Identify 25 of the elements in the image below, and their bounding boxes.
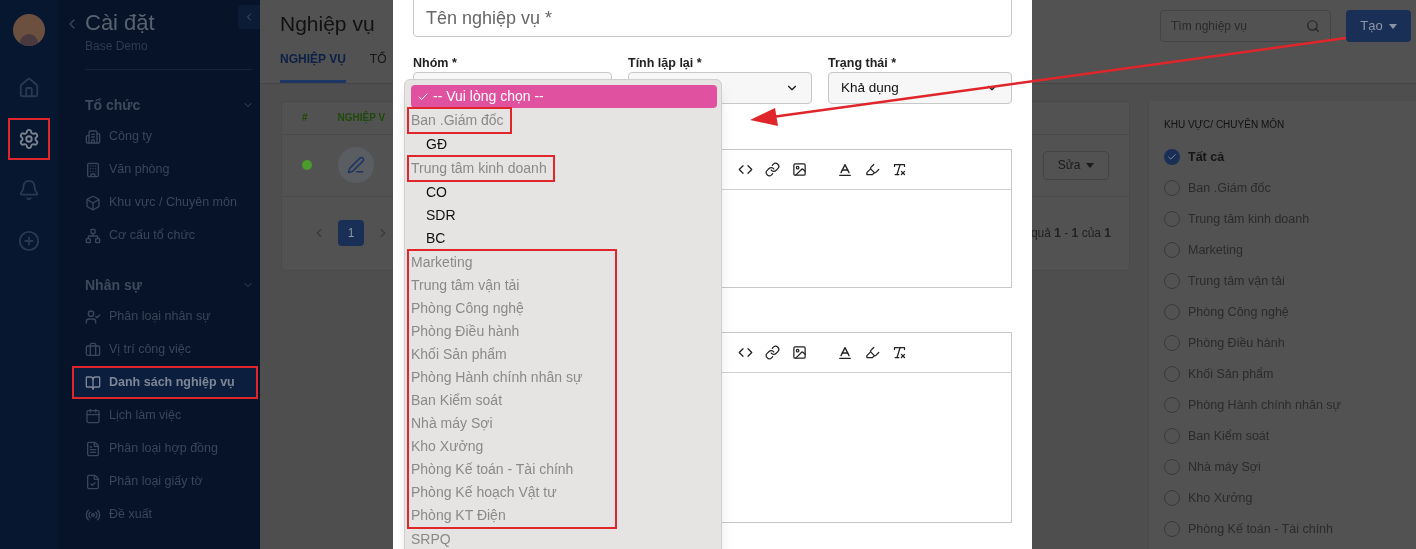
option-group-label: Khối Sản phẩm	[411, 345, 508, 364]
column-header: #	[302, 111, 308, 125]
page-title: Nghiệp vụ	[280, 11, 376, 37]
field-label: Nhóm *	[413, 55, 458, 72]
option-group-label: Kho Xưởng	[411, 437, 485, 456]
option-group-label: Trung tâm kinh doanh	[411, 159, 548, 178]
option-group-label: Nhà máy Sợi	[411, 414, 494, 433]
option-group-label: Ban .Giám đốc	[411, 111, 505, 130]
option-group-label: Trung tâm vận tải	[411, 276, 521, 295]
option-group-label: Phòng KT Điện	[411, 506, 507, 525]
sidebar-title: Cài đặt	[85, 10, 155, 36]
section-heading: Tổ chức	[85, 95, 141, 115]
column-header: NGHIỆP V	[337, 110, 386, 125]
option-group-label: SRPQ	[411, 530, 452, 549]
field-label: Trạng thái *	[828, 55, 898, 72]
option-group-label: Marketing	[411, 253, 474, 272]
option-group-label: Phòng Kế hoạch Vật tư	[411, 483, 558, 502]
option-group-label: Ban Kiểm soát	[411, 391, 504, 410]
filter-title: KHU VỰC/ CHUYÊN MÔN	[1164, 117, 1286, 132]
section-heading: Nhân sự	[85, 275, 142, 295]
option-group-label: Phòng Công nghệ	[411, 299, 525, 318]
option-group-label: Phòng Kế toán - Tài chính	[411, 460, 575, 479]
option-group-label: Phòng Điều hành	[411, 322, 521, 341]
option-group-label: Phòng Hành chính nhân sự	[411, 368, 584, 387]
field-label: Tính lặp lại *	[628, 55, 703, 72]
